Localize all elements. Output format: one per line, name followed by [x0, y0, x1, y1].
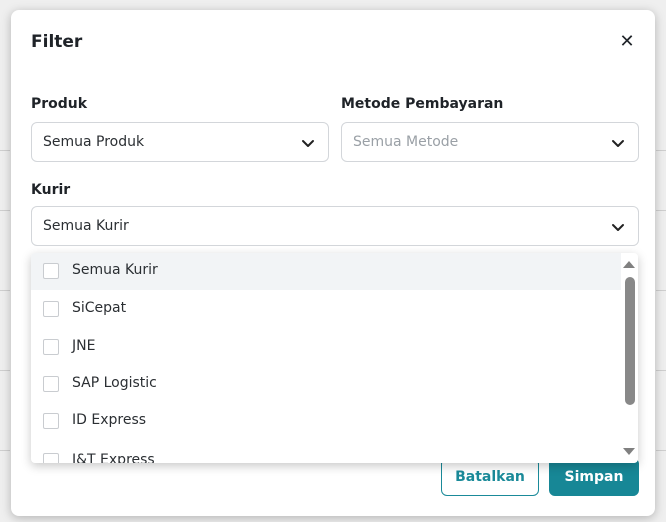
scrollbar-thumb[interactable] — [625, 277, 635, 405]
background-row — [0, 370, 10, 431]
scroll-down-arrow-icon[interactable] — [623, 448, 635, 455]
kurir-option-label: SiCepat — [72, 300, 127, 316]
kurir-option[interactable]: J&T Express — [31, 443, 621, 463]
checkbox[interactable] — [43, 413, 59, 429]
kurir-dropdown: Semua Kurir SiCepat JNE SAP Logistic ID … — [31, 253, 638, 463]
chevron-down-icon — [302, 140, 314, 147]
kurir-option-label: JNE — [72, 338, 96, 354]
background-row — [656, 150, 666, 211]
metode-placeholder: Semua Metode — [353, 134, 459, 150]
kurir-option[interactable]: ID Express — [31, 403, 621, 440]
modal-title: Filter — [31, 32, 83, 52]
kurir-option[interactable]: SiCepat — [31, 291, 621, 328]
close-icon: ✕ — [619, 31, 635, 52]
close-button[interactable]: ✕ — [617, 32, 637, 52]
checkbox[interactable] — [43, 376, 59, 392]
kurir-option-label: Semua Kurir — [72, 262, 158, 278]
filter-modal: Filter ✕ Produk Semua Produk Metode Pemb… — [11, 10, 655, 516]
background-row — [656, 370, 666, 431]
dropdown-scrollbar[interactable] — [622, 253, 638, 463]
save-button[interactable]: Simpan — [549, 458, 639, 496]
kurir-option-label: ID Express — [72, 412, 147, 428]
background-row — [0, 150, 10, 211]
background-row — [0, 290, 10, 351]
kurir-select[interactable]: Semua Kurir — [31, 206, 639, 246]
kurir-option[interactable]: JNE — [31, 329, 621, 366]
kurir-option[interactable]: SAP Logistic — [31, 366, 621, 403]
cancel-button[interactable]: Batalkan — [441, 458, 539, 496]
background-row — [656, 210, 666, 271]
kurir-value: Semua Kurir — [43, 218, 129, 234]
produk-label: Produk — [31, 96, 88, 112]
kurir-label: Kurir — [31, 182, 71, 198]
background-row — [656, 290, 666, 351]
chevron-down-icon — [612, 140, 624, 147]
background-row — [0, 450, 10, 511]
chevron-down-icon — [612, 224, 624, 231]
metode-label: Metode Pembayaran — [341, 96, 504, 112]
produk-select[interactable]: Semua Produk — [31, 122, 329, 162]
checkbox[interactable] — [43, 339, 59, 355]
produk-value: Semua Produk — [43, 134, 145, 150]
background-row — [0, 210, 10, 271]
checkbox[interactable] — [43, 301, 59, 317]
kurir-option-label: J&T Express — [72, 452, 155, 463]
scroll-up-arrow-icon[interactable] — [623, 261, 635, 268]
background-row — [656, 450, 666, 511]
checkbox[interactable] — [43, 263, 59, 279]
kurir-option-label: SAP Logistic — [72, 375, 157, 391]
kurir-option[interactable]: Semua Kurir — [31, 253, 621, 290]
checkbox[interactable] — [43, 453, 59, 463]
metode-select[interactable]: Semua Metode — [341, 122, 639, 162]
